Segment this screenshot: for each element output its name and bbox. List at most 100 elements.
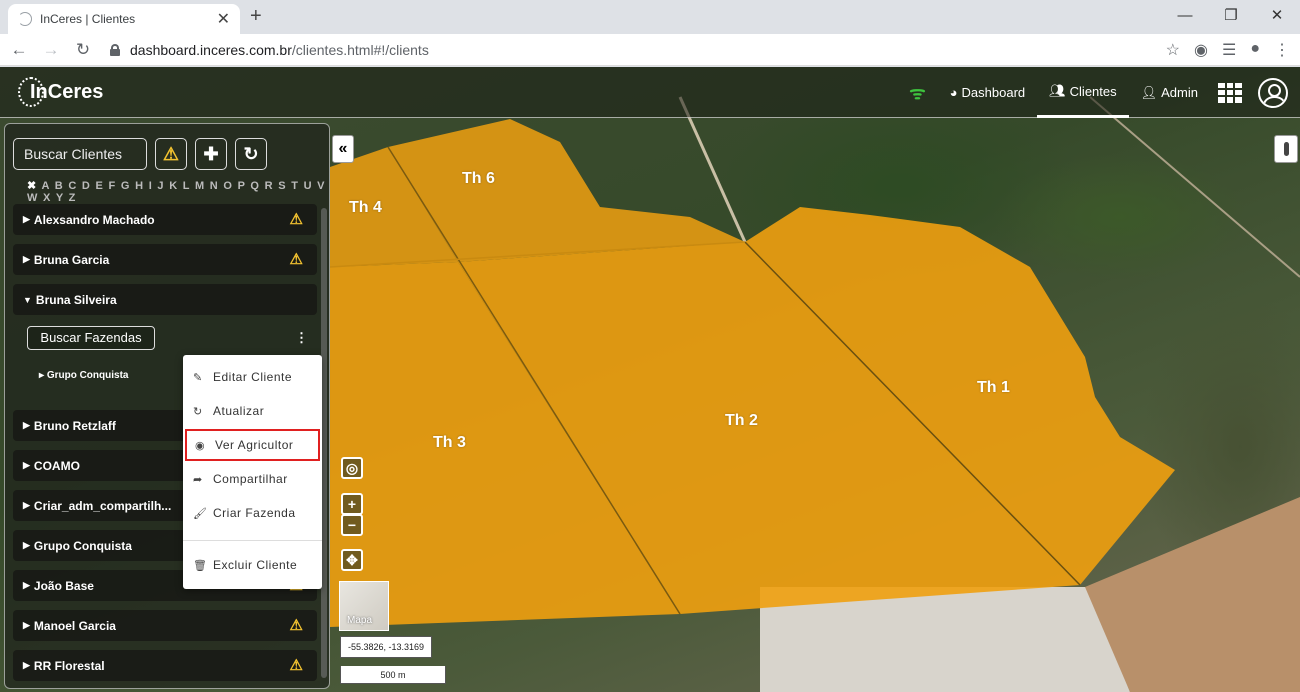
close-tab-icon[interactable]: ✕ xyxy=(217,9,230,29)
url-field[interactable]: dashboard.inceres.com.br/clientes.html#!… xyxy=(110,42,429,58)
alphabet-letters[interactable]: A B C D E F G H I J K L M N O P Q R S T … xyxy=(27,180,326,204)
client-row[interactable]: ▶ Manoel Garcia ⚠ xyxy=(13,610,317,641)
menu-item-label: Criar Fazenda xyxy=(213,506,296,520)
menu-icon[interactable]: ⋮ xyxy=(1274,40,1290,60)
scale-bar: 500 m xyxy=(340,666,446,684)
inceres-logo[interactable]: InCeres xyxy=(18,77,103,107)
menu-item-view-farmer[interactable]: ◉ Ver Agricultor xyxy=(185,429,320,461)
plus-icon: ✚ xyxy=(203,143,219,164)
menu-item-label: Compartilhar xyxy=(213,472,288,486)
nav-admin[interactable]: 👤︎ Admin xyxy=(1129,67,1210,118)
caret-right-icon: ▶ xyxy=(23,420,30,430)
top-navbar: InCeres ᯤ ◕ Dashboard 👥︎ Clientes 👤︎ Adm… xyxy=(0,67,1300,118)
collapse-panel-button[interactable]: « xyxy=(332,135,354,163)
client-row[interactable]: ▶ RR Florestal ⚠ xyxy=(13,650,317,681)
user-circle-icon: ◉ xyxy=(195,439,206,452)
star-icon[interactable]: ☆ xyxy=(1166,40,1180,60)
compass-button[interactable]: ◎ xyxy=(341,457,363,479)
client-name: Alexsandro Machado xyxy=(33,212,155,227)
clear-filter-icon[interactable]: ✖ xyxy=(27,180,38,192)
nav-clientes[interactable]: 👥︎ Clientes xyxy=(1037,67,1129,118)
caret-right-icon: ▶ xyxy=(23,540,30,550)
reload-icon[interactable]: ↻ xyxy=(70,40,96,60)
road xyxy=(1089,96,1300,278)
client-name: RR Florestal xyxy=(33,658,105,673)
warning-icon: ⚠ xyxy=(289,251,303,268)
zoom-in-button[interactable]: + xyxy=(341,493,363,515)
forward-icon[interactable]: → xyxy=(38,40,64,60)
wifi-icon: ᯤ xyxy=(909,82,926,103)
client-row[interactable]: ▶ Bruna Garcia ⚠ xyxy=(13,244,317,275)
caret-right-icon: ▶ xyxy=(23,660,30,670)
menu-item-share[interactable]: ➦ Compartilhar xyxy=(185,463,320,495)
trash-icon: 🗑︎ xyxy=(193,559,208,572)
plus-icon: + xyxy=(347,496,357,512)
account-icon[interactable]: ● xyxy=(1250,40,1260,60)
warning-filter-button[interactable]: ⚠ xyxy=(155,138,187,170)
field-label-th4: Th 4 xyxy=(349,199,382,216)
caret-right-icon: ▶ xyxy=(23,214,30,224)
url-path: /clientes.html#!/clients xyxy=(291,41,429,58)
client-name: Bruno Retzlaff xyxy=(33,418,116,433)
nav-items: ᯤ ◕ Dashboard 👥︎ Clientes 👤︎ Admin xyxy=(897,67,1300,118)
client-name: COAMO xyxy=(33,458,80,473)
loading-icon xyxy=(18,12,32,26)
url-host: dashboard.inceres.com.br xyxy=(130,41,292,58)
zoom-out-button[interactable]: − xyxy=(341,514,363,536)
client-name: Bruna Garcia xyxy=(33,252,110,267)
extension-icon[interactable]: ◉ xyxy=(1194,40,1208,60)
add-client-button[interactable]: ✚ xyxy=(195,138,227,170)
address-bar: ← → ↻ dashboard.inceres.com.br/clientes.… xyxy=(0,34,1300,66)
search-farms-button[interactable]: Buscar Fazendas xyxy=(27,326,155,350)
tab-title: InCeres | Clientes xyxy=(40,12,136,26)
client-name: Manoel Garcia xyxy=(33,618,116,633)
refresh-icon: ↻ xyxy=(243,143,259,164)
client-name: Criar_adm_compartilh... xyxy=(33,498,172,513)
menu-item-label: Ver Agricultor xyxy=(215,438,294,452)
menu-item-label: Atualizar xyxy=(213,404,265,418)
panel-toolbar: ⚠ ✚ ↻ xyxy=(13,138,267,170)
back-icon[interactable]: ← xyxy=(6,40,32,60)
menu-item-create-farm[interactable]: 🖌︎ Criar Fazenda xyxy=(185,497,320,529)
warning-icon: ⚠ xyxy=(289,617,303,634)
client-name: Bruna Silveira xyxy=(35,292,117,307)
new-tab-icon[interactable]: + xyxy=(250,5,262,28)
pan-button[interactable]: ✥ xyxy=(341,549,363,571)
profile-icon[interactable] xyxy=(1258,77,1288,108)
client-context-menu: ✎ Editar Cliente ↻ Atualizar ◉ Ver Agricult… xyxy=(183,355,322,589)
thermometer-button[interactable] xyxy=(1274,135,1298,163)
address-actions: ☆ ◉ ☰ ● ⋮ xyxy=(1166,40,1290,60)
field-label-th6: Th 6 xyxy=(462,170,495,187)
caret-right-icon: ▶ xyxy=(23,460,30,470)
restore-icon[interactable]: ❐ xyxy=(1208,0,1254,30)
reading-list-icon[interactable]: ☰ xyxy=(1222,40,1236,60)
apps-grid-icon[interactable] xyxy=(1218,82,1242,103)
client-row-expanded[interactable]: ▼ Bruna Silveira xyxy=(13,284,317,315)
client-name: Grupo Conquista xyxy=(33,538,132,553)
warning-icon: ⚠ xyxy=(289,211,303,228)
farm-item[interactable]: ▸ Grupo Conquista xyxy=(39,370,128,381)
minus-icon: − xyxy=(347,517,357,533)
close-window-icon[interactable]: ✕ xyxy=(1254,0,1300,30)
field-label-th1: Th 1 xyxy=(977,379,1010,396)
double-chevron-left-icon: « xyxy=(338,140,348,157)
field-label-th3: Th 3 xyxy=(433,434,466,451)
menu-item-refresh[interactable]: ↻ Atualizar xyxy=(185,395,320,427)
field-label-th2: Th 2 xyxy=(725,412,758,429)
search-clients-input[interactable] xyxy=(13,138,147,170)
basemap-toggle[interactable]: Mapa xyxy=(339,581,389,631)
menu-item-delete-client[interactable]: 🗑︎ Excluir Cliente xyxy=(185,549,320,581)
menu-divider xyxy=(183,540,322,541)
browser-tab[interactable]: InCeres | Clientes ✕ xyxy=(8,4,240,34)
client-row[interactable]: ▶ Alexsandro Machado ⚠ xyxy=(13,204,317,235)
nav-clientes-label: Clientes xyxy=(1069,83,1117,99)
refresh-button[interactable]: ↻ xyxy=(235,138,267,170)
more-options-icon[interactable]: ⋮ xyxy=(295,330,308,346)
nav-dashboard[interactable]: ◕ Dashboard xyxy=(938,67,1037,118)
minimize-icon[interactable]: — xyxy=(1162,0,1208,30)
refresh-icon: ↻ xyxy=(193,405,203,418)
menu-item-label: Excluir Cliente xyxy=(213,558,298,572)
alphabet-filter[interactable]: ✖ A B C D E F G H I J K L M N O P Q R S T… xyxy=(27,179,329,204)
menu-item-edit-client[interactable]: ✎ Editar Cliente xyxy=(185,361,320,393)
warning-icon: ⚠ xyxy=(162,143,180,164)
